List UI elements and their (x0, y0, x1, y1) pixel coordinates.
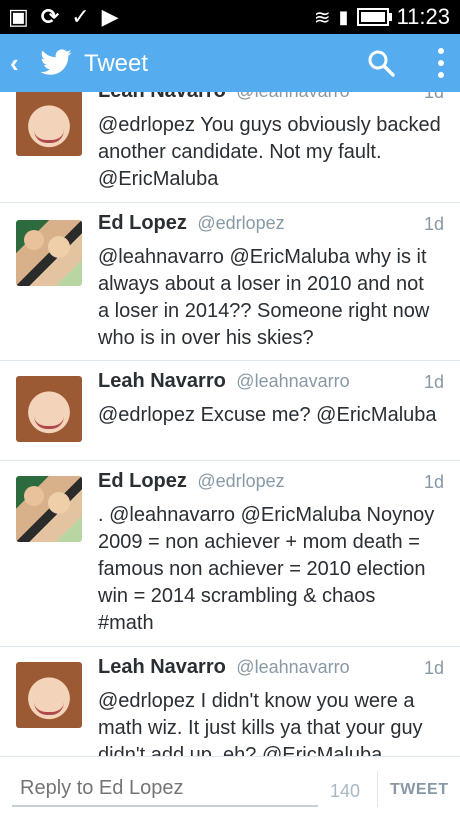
avatar[interactable] (16, 662, 82, 728)
check-icon: ✓ (71, 4, 90, 29)
tweet-timeline[interactable]: Leah Navarro @leahnavarro 1d @edrlopez Y… (0, 92, 460, 756)
signal-icon: ▮ (338, 6, 349, 27)
avatar[interactable] (16, 376, 82, 442)
character-counter: 140 (330, 781, 361, 801)
reply-input[interactable] (12, 771, 318, 807)
sync-icon: ⟳ (40, 4, 60, 29)
tweet-time: 1d (423, 214, 444, 234)
tweet-author-name[interactable]: Ed Lopez (98, 212, 187, 234)
tweet-time: 1d (423, 472, 444, 492)
tweet-header: Leah Navarro @leahnavarro 1d (98, 92, 444, 110)
tweet-author-handle[interactable]: @leahnavarro (236, 657, 349, 677)
status-time: 11:23 (396, 4, 450, 29)
tweet-author-handle[interactable]: @edrlopez (197, 471, 284, 491)
page-title: Tweet (84, 50, 149, 77)
tweet-text: . @leahnavarro @EricMaluba Noynoy 2009 =… (98, 504, 435, 634)
tweet-button[interactable]: TWEET (390, 781, 449, 799)
play-store-icon: ▶ (101, 4, 119, 29)
tweet-item[interactable]: Ed Lopez @edrlopez 1d @leahnavarro @Eric… (0, 202, 460, 361)
tweet-time: 1d (423, 372, 444, 392)
notification-icons: ▣ ⟳ ✓ ▶ (8, 5, 119, 29)
reply-bar: 140 TWEET (0, 756, 460, 819)
wifi-icon: ≋ (313, 6, 331, 29)
avatar[interactable] (16, 220, 82, 286)
tweet-author-name[interactable]: Leah Navarro (98, 370, 226, 392)
tweet-author-name[interactable]: Leah Navarro (98, 92, 226, 102)
tweet-author-handle[interactable]: @leahnavarro (236, 371, 349, 391)
tweet-item[interactable]: Ed Lopez @edrlopez 1d . @leahnavarro @Er… (0, 460, 460, 647)
twitter-bird-icon (40, 49, 72, 75)
tweet-header: Leah Navarro @leahnavarro 1d (98, 370, 444, 400)
avatar[interactable] (16, 92, 82, 156)
battery-icon (356, 8, 392, 26)
system-icons: ≋ ▮ 11:23 (314, 4, 450, 30)
action-bar: ‹ Tweet (0, 34, 460, 92)
tweet-header: Ed Lopez @edrlopez 1d (98, 470, 444, 500)
tweet-text: @leahnavarro @EricMaluba why is it alway… (98, 246, 430, 349)
tweet-text: @edrlopez You guys obviously backed anot… (98, 114, 441, 190)
overflow-menu-icon[interactable] (438, 48, 444, 78)
tweet-time: 1d (423, 658, 444, 678)
divider (377, 771, 378, 807)
tweet-text: @edrlopez I didn't know you were a math … (98, 690, 423, 756)
tweet-author-handle[interactable]: @edrlopez (197, 213, 284, 233)
tweet-time: 1d (423, 92, 444, 102)
back-icon[interactable]: ‹ (10, 48, 19, 79)
tweet-author-name[interactable]: Ed Lopez (98, 470, 187, 492)
tweet-header: Leah Navarro @leahnavarro 1d (98, 656, 444, 686)
tweet-author-name[interactable]: Leah Navarro (98, 656, 226, 678)
avatar[interactable] (16, 476, 82, 542)
tweet-item[interactable]: Leah Navarro @leahnavarro 1d @edrlopez Y… (0, 92, 460, 203)
tweet-text: @edrlopez Excuse me? @EricMaluba (98, 404, 437, 426)
tweet-author-handle[interactable]: @leahnavarro (236, 92, 349, 101)
status-bar: ▣ ⟳ ✓ ▶ ≋ ▮ 11:23 (0, 0, 460, 34)
tweet-item[interactable]: Leah Navarro @leahnavarro 1d @edrlopez E… (0, 360, 460, 461)
image-icon: ▣ (8, 4, 29, 29)
tweet-header: Ed Lopez @edrlopez 1d (98, 212, 444, 242)
tweet-item[interactable]: Leah Navarro @leahnavarro 1d @edrlopez I… (0, 646, 460, 756)
search-icon[interactable] (366, 48, 396, 78)
